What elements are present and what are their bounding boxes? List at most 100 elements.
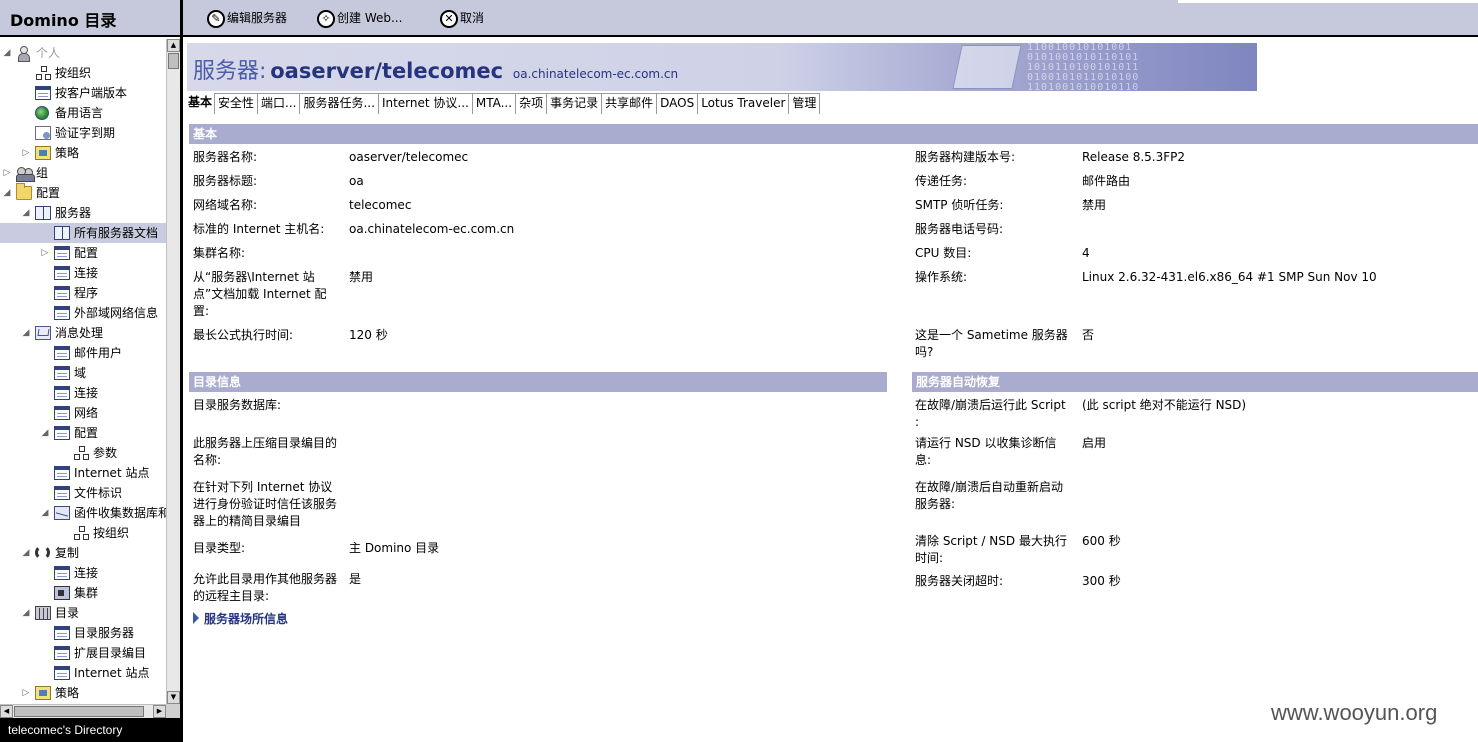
sync-icon: [35, 545, 50, 560]
tree-item[interactable]: 网络: [0, 403, 166, 423]
tree-item[interactable]: ◢ 目录: [0, 603, 166, 623]
tree-item[interactable]: 外部域网络信息: [0, 303, 166, 323]
actionbar-highlight-strip: [1178, 0, 1478, 3]
scroll-thumb[interactable]: [168, 53, 179, 69]
messaging-icon: [35, 326, 51, 340]
field-label: 目录服务数据库:: [193, 398, 282, 412]
tree-item[interactable]: 文件标识: [0, 483, 166, 503]
tree-item[interactable]: 验证字到期: [0, 123, 166, 143]
navigator-horizontal-scrollbar[interactable]: ◀ ▶: [0, 704, 166, 718]
tree-item[interactable]: 扩展目录编目: [0, 643, 166, 663]
tab-item[interactable]: 杂项: [515, 93, 548, 114]
tree-item-label: 目录服务器: [74, 626, 135, 640]
tree-item[interactable]: 按组织: [0, 63, 166, 83]
tree-item-label: 备用语言: [55, 106, 104, 120]
tree-item[interactable]: 连接: [0, 263, 166, 283]
tree-item[interactable]: ◢ 消息处理: [0, 323, 166, 343]
scroll-right-arrow-icon[interactable]: ▶: [153, 705, 166, 718]
field-label: 在针对下列 Internet 协议进行身份验证时信任该服务器上的精简目录编目: [193, 480, 338, 528]
field-value: oa: [349, 174, 364, 188]
server-location-link[interactable]: 服务器场所信息: [193, 610, 288, 627]
tree-item-label: 集群: [74, 586, 99, 600]
tree-item[interactable]: 连接: [0, 383, 166, 403]
tree-item[interactable]: 域: [0, 363, 166, 383]
domino-administrator-window: Domino 目录 ◢ 个人 按组织 按客户端版本 备用语言 验证字到期 ▷ 策略 ▷ 组 ◢ 配置 ◢…: [0, 0, 1478, 742]
tab-item[interactable]: MTA...: [471, 93, 517, 114]
field-label: 网络域名称:: [193, 198, 258, 212]
twisty-collapsed-icon[interactable]: ▷: [40, 243, 50, 263]
twisty-collapsed-icon[interactable]: ▷: [2, 163, 12, 183]
tree-item[interactable]: 备用语言: [0, 103, 166, 123]
tree-item[interactable]: ◢ 配置: [0, 183, 166, 203]
twisty-expanded-icon[interactable]: ◢: [21, 203, 31, 223]
twisty-expanded-icon[interactable]: ◢: [21, 603, 31, 623]
tab-item[interactable]: 基本: [185, 93, 216, 114]
twisty-collapsed-icon[interactable]: ▷: [21, 143, 31, 163]
tree-item[interactable]: 目录服务器: [0, 623, 166, 643]
tree-item[interactable]: 按客户端版本: [0, 83, 166, 103]
tree-item[interactable]: Internet 站点: [0, 463, 166, 483]
tree-item[interactable]: ◢ 复制: [0, 543, 166, 563]
document-view-icon: [54, 566, 70, 580]
twisty-expanded-icon[interactable]: ◢: [2, 183, 12, 203]
twisty-collapsed-icon[interactable]: ▷: [21, 683, 31, 703]
tree-item[interactable]: Internet 站点: [0, 663, 166, 683]
twisty-expanded-icon[interactable]: ◢: [2, 43, 12, 63]
document-view-icon: [35, 86, 51, 100]
tree-item[interactable]: ◢ 个人: [0, 43, 166, 63]
tab-item[interactable]: 端口...: [257, 93, 301, 114]
tab-item[interactable]: 安全性: [214, 93, 259, 114]
tab-item[interactable]: Internet 协议...: [377, 93, 473, 114]
twisty-expanded-icon[interactable]: ◢: [21, 323, 31, 343]
field-label: 在故障/崩溃后自动重新启动服务器:: [915, 480, 1064, 511]
tree-item[interactable]: ◢ 配置: [0, 423, 166, 443]
field-label: 服务器构建版本号:: [915, 150, 1016, 164]
field-label: 此服务器上压缩目录编目的名称:: [193, 436, 338, 467]
tree-item[interactable]: 参数: [0, 443, 166, 463]
banner-host-name: oa.chinatelecom-ec.com.cn: [512, 67, 679, 81]
scroll-down-arrow-icon[interactable]: ▼: [167, 691, 180, 704]
tree-item[interactable]: 集群: [0, 583, 166, 603]
tree-item-label: Internet 站点: [74, 666, 150, 680]
scroll-left-arrow-icon[interactable]: ◀: [0, 705, 13, 718]
cancel-button[interactable]: ✕ 取消: [440, 7, 484, 29]
twisty-expanded-icon[interactable]: ◢: [40, 503, 50, 523]
tab-item[interactable]: 事务记录: [546, 93, 603, 114]
field-value: 启用: [1082, 436, 1107, 450]
tab-item[interactable]: 管理: [788, 93, 821, 114]
edit-server-button[interactable]: ✎ 编辑服务器: [207, 7, 287, 29]
scroll-up-arrow-icon[interactable]: ▲: [167, 39, 180, 52]
tab-item[interactable]: Lotus Traveler: [697, 93, 790, 114]
tab-item[interactable]: DAOS: [656, 93, 699, 114]
twisty-expanded-icon[interactable]: ◢: [21, 543, 31, 563]
expand-triangle-icon: [193, 612, 199, 624]
field-label: 目录类型:: [193, 541, 246, 555]
create-web-button[interactable]: ✧ 创建 Web...: [317, 7, 402, 29]
tree-item-label: 连接: [74, 386, 99, 400]
tree-item[interactable]: 所有服务器文档: [0, 223, 166, 243]
tree-item-label: 网络: [74, 406, 99, 420]
navigator-tree: ◢ 个人 按组织 按客户端版本 备用语言 验证字到期 ▷ 策略 ▷ 组 ◢ 配置 ◢ 服务器 所有服务器文档…: [0, 39, 166, 704]
globe-icon: [35, 106, 49, 120]
navigator-vertical-scrollbar[interactable]: ▲ ▼: [166, 39, 180, 704]
tree-item[interactable]: 按组织: [0, 523, 166, 543]
field-label: 这是一个 Sametime 服务器吗?: [915, 328, 1068, 359]
field-value: 禁用: [349, 270, 374, 284]
tab-item[interactable]: 共享邮件: [601, 93, 658, 114]
tree-item[interactable]: ▷ 组: [0, 163, 166, 183]
tree-item[interactable]: ▷ 策略: [0, 143, 166, 163]
field-label: 服务器关闭超时:: [915, 574, 1004, 588]
tree-item[interactable]: 连接: [0, 563, 166, 583]
tree-item[interactable]: ▷ 策略: [0, 683, 166, 703]
scroll-thumb-horizontal[interactable]: [14, 706, 144, 717]
tree-item-label: 个人: [36, 46, 61, 60]
twisty-expanded-icon[interactable]: ◢: [40, 423, 50, 443]
tree-item[interactable]: ◢ 服务器: [0, 203, 166, 223]
tab-item[interactable]: 服务器任务...: [299, 93, 379, 114]
tree-item[interactable]: 程序: [0, 283, 166, 303]
banner-title: 服务器: oaserver/telecomec oa.chinatelecom-…: [193, 53, 678, 85]
server-location-label: 服务器场所信息: [204, 612, 289, 626]
tree-item[interactable]: ◢ 函件收集数据库和: [0, 503, 166, 523]
tree-item[interactable]: ▷ 配置: [0, 243, 166, 263]
tree-item[interactable]: 邮件用户: [0, 343, 166, 363]
